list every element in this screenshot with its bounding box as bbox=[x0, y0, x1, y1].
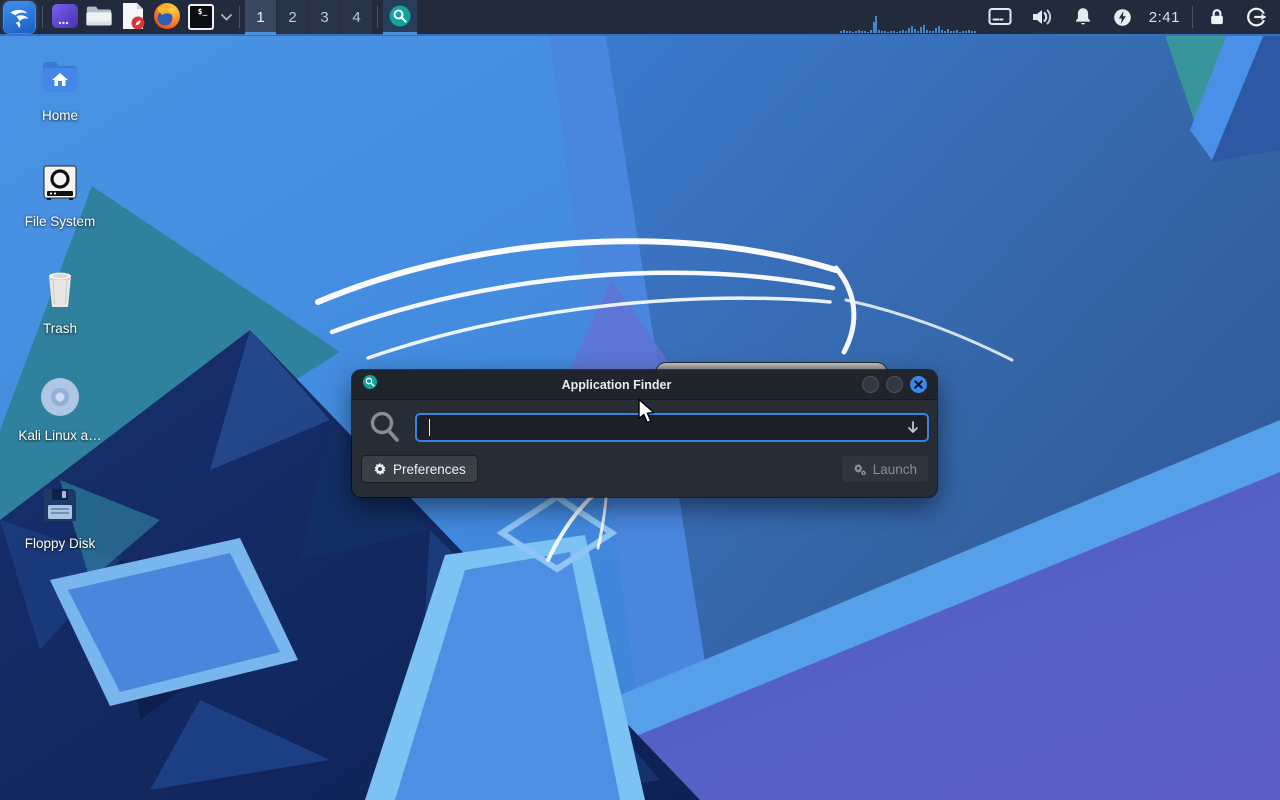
firefox-icon bbox=[152, 1, 182, 34]
chevron-down-icon bbox=[220, 13, 232, 21]
workspace-4[interactable]: 4 bbox=[341, 0, 372, 35]
preferences-button[interactable]: Preferences bbox=[361, 455, 478, 483]
search-input[interactable] bbox=[415, 413, 929, 442]
desktop-icon-file-system[interactable]: File System bbox=[0, 160, 120, 229]
kali-logo-icon bbox=[3, 1, 35, 33]
maximize-button[interactable] bbox=[886, 376, 903, 393]
search-input-wrap bbox=[415, 413, 929, 442]
panel-separator bbox=[239, 6, 240, 28]
desktop-icon-floppy[interactable]: Floppy Disk bbox=[0, 482, 120, 551]
preferences-label: Preferences bbox=[393, 461, 466, 477]
text-caret bbox=[429, 419, 430, 436]
desktop-icon-kali-cdrom[interactable]: Kali Linux a… bbox=[0, 374, 120, 443]
display-tray-button[interactable] bbox=[979, 0, 1021, 35]
desktop-icon-label: File System bbox=[24, 214, 96, 229]
power-manager-tray-button[interactable] bbox=[1103, 0, 1142, 35]
gear-icon bbox=[374, 462, 386, 476]
volume-icon bbox=[1032, 9, 1051, 25]
terminal-icon: $_ bbox=[188, 4, 214, 30]
logout-button[interactable] bbox=[1236, 0, 1276, 35]
top-panel: $_ 1 2 3 4 2:41 bbox=[0, 0, 1280, 36]
desktop-icon-home[interactable]: Home bbox=[0, 54, 120, 123]
launch-gears-icon bbox=[854, 463, 866, 476]
bell-icon bbox=[1075, 8, 1090, 25]
lock-icon bbox=[1211, 9, 1223, 25]
volume-tray-button[interactable] bbox=[1021, 0, 1063, 35]
launch-label: Launch bbox=[872, 461, 917, 477]
workspace-2[interactable]: 2 bbox=[277, 0, 308, 35]
floppy-disk-icon bbox=[0, 482, 120, 528]
window-controls bbox=[855, 376, 927, 393]
launch-button[interactable]: Launch bbox=[840, 455, 929, 483]
workspace-1[interactable]: 1 bbox=[245, 0, 276, 35]
undercover-launcher[interactable] bbox=[48, 0, 82, 35]
purple-window-icon bbox=[50, 1, 80, 34]
desktop-icon-trash[interactable]: Trash bbox=[0, 267, 120, 336]
desktop-icon-label: Home bbox=[41, 108, 78, 123]
terminal-launcher[interactable]: $_ bbox=[184, 0, 218, 35]
panel-separator bbox=[1192, 6, 1193, 28]
trash-can-icon bbox=[0, 267, 120, 313]
lock-screen-button[interactable] bbox=[1198, 0, 1236, 35]
titlebar[interactable]: Application Finder bbox=[352, 370, 937, 400]
panel-right-group: 2:41 bbox=[839, 0, 1280, 35]
document-icon bbox=[119, 1, 147, 34]
home-folder-icon bbox=[0, 54, 120, 100]
text-editor-launcher[interactable] bbox=[116, 0, 150, 35]
application-finder-window: Application Finder Preferences Launch bbox=[352, 370, 937, 497]
panel-separator bbox=[42, 6, 43, 28]
logout-icon bbox=[1247, 7, 1266, 27]
desktop: $_ 1 2 3 4 2:41 Home File System Trash K… bbox=[0, 0, 1280, 800]
panel-separator bbox=[377, 6, 378, 28]
desktop-icon-label: Trash bbox=[42, 321, 77, 336]
kali-menu-button[interactable] bbox=[1, 0, 37, 35]
dropdown-arrow-icon[interactable] bbox=[906, 420, 920, 440]
notifications-tray-button[interactable] bbox=[1063, 0, 1103, 35]
hard-drive-icon bbox=[0, 160, 120, 206]
workspace-3[interactable]: 3 bbox=[309, 0, 340, 35]
close-button[interactable] bbox=[910, 376, 927, 393]
panel-left-group: $_ 1 2 3 4 bbox=[0, 0, 417, 35]
appfinder-icon bbox=[362, 374, 378, 395]
file-manager-launcher[interactable] bbox=[82, 0, 116, 35]
folder-icon bbox=[84, 2, 114, 33]
display-icon bbox=[988, 8, 1012, 25]
appfinder-taskbar-button[interactable] bbox=[383, 0, 417, 35]
search-icon bbox=[369, 410, 401, 449]
cdrom-disc-icon bbox=[0, 374, 120, 420]
firefox-launcher[interactable] bbox=[150, 0, 184, 35]
mouse-cursor bbox=[638, 398, 655, 424]
network-monitor-graph[interactable] bbox=[839, 0, 979, 35]
terminal-dropdown-button[interactable] bbox=[218, 0, 234, 35]
appfinder-icon bbox=[388, 4, 412, 31]
close-icon bbox=[914, 380, 923, 389]
button-row: Preferences Launch bbox=[361, 455, 929, 483]
window-title: Application Finder bbox=[561, 377, 672, 392]
desktop-icon-label: Floppy Disk bbox=[24, 536, 96, 551]
desktop-icon-label: Kali Linux a… bbox=[18, 428, 102, 443]
clock[interactable]: 2:41 bbox=[1142, 9, 1187, 26]
minimize-button[interactable] bbox=[862, 376, 879, 393]
power-plug-icon bbox=[1113, 8, 1131, 26]
